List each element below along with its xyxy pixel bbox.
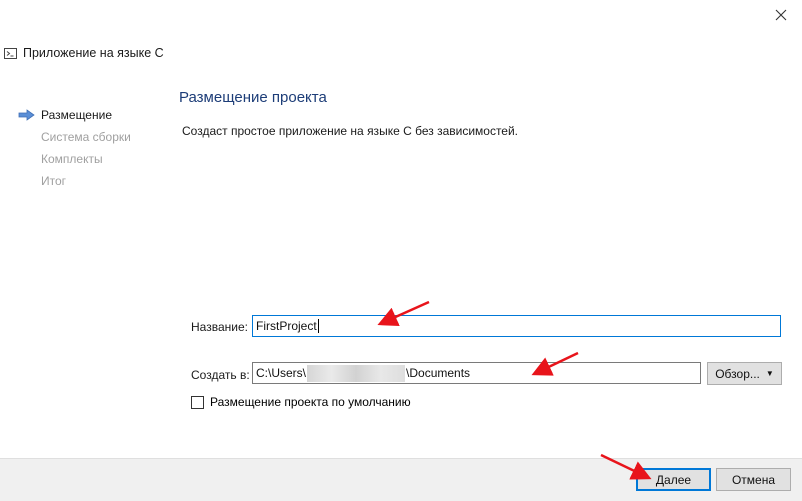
browse-button[interactable]: Обзор... ▼ [707,362,782,385]
dropdown-arrow-icon: ▼ [765,369,774,378]
step-label: Комплекты [41,152,103,166]
cancel-label: Отмена [731,472,776,487]
project-location-input[interactable]: C:\Users\ \Documents [252,362,701,384]
page-heading: Размещение проекта [179,89,327,106]
location-suffix: \Documents [406,366,471,380]
text-caret [317,319,319,333]
page-description: Создаст простое приложение на языке C бе… [182,124,519,138]
close-button[interactable] [770,4,792,26]
redacted-username [307,364,406,382]
window-title-bar: Приложение на языке C [4,46,164,60]
next-button[interactable]: Далее [636,468,711,491]
next-label: Далее [655,472,692,487]
step-summary: Итог [18,170,131,192]
default-location-checkbox-row[interactable]: Размещение проекта по умолчанию [191,395,411,409]
step-label: Размещение [41,108,112,122]
project-name-value: FirstProject [256,319,317,333]
step-placement: Размещение [18,104,131,126]
console-icon [4,47,17,59]
wizard-steps: Размещение Система сборки Комплекты Итог [18,104,131,192]
default-location-checkbox[interactable] [191,395,204,409]
step-label: Система сборки [41,130,131,144]
name-label: Название: [191,320,248,334]
location-label: Создать в: [191,368,250,382]
default-location-label: Размещение проекта по умолчанию [210,395,411,409]
browse-label: Обзор... [715,366,760,381]
annotation-overlay [377,300,652,480]
step-kits: Комплекты [18,148,131,170]
close-icon [775,9,787,21]
location-prefix: C:\Users\ [256,366,307,380]
window-title: Приложение на языке C [23,46,164,60]
current-step-arrow-icon [18,109,35,121]
project-name-input[interactable]: FirstProject [252,315,781,337]
cancel-button[interactable]: Отмена [716,468,791,491]
step-label: Итог [41,174,67,188]
step-build-system: Система сборки [18,126,131,148]
